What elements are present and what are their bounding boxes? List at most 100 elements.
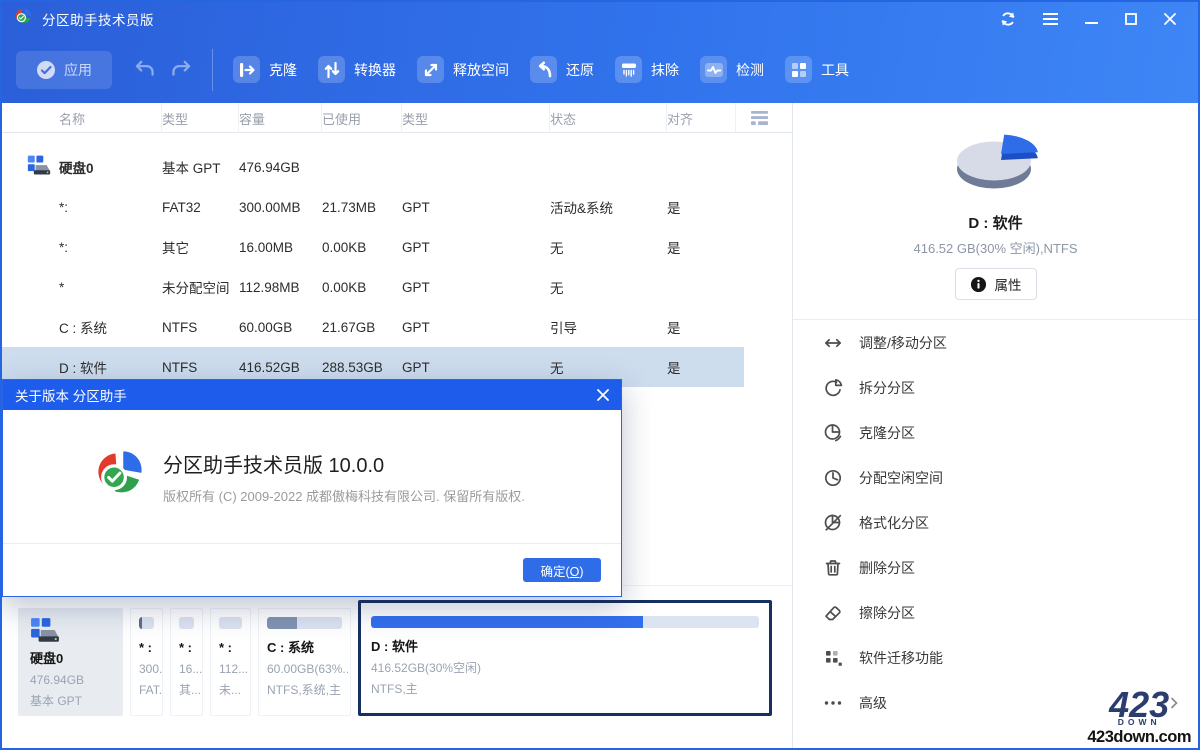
overview-partition-3[interactable]: * : 112... 未... — [210, 608, 251, 716]
clone-button[interactable]: 克隆 — [233, 56, 297, 83]
table-row-c-drive[interactable]: C : 系统 NTFS 60.00GB 21.67GB GPT 引导 是 — [2, 307, 744, 347]
selected-partition-info: 416.52 GB(30% 空闲),NTFS — [793, 238, 1198, 257]
copyright-text: 版权所有 (C) 2009-2022 成都傲梅科技有限公司. 保留所有版权. — [163, 486, 525, 505]
overview-disk-capacity: 476.94GB — [30, 670, 111, 691]
usage-bar — [267, 617, 342, 629]
converter-icon — [318, 56, 345, 83]
side-panel: D : 软件 416.52 GB(30% 空闲),NTFS 属性 调整/移动分区 — [792, 103, 1198, 748]
about-dialog: 关于版本 分区助手 分区助手技术员版 10.0.0 版权所有 (C) 2009-… — [2, 379, 622, 597]
column-header-aligned[interactable]: 对齐 — [667, 103, 792, 133]
overview-disk-name: 硬盘0 — [30, 648, 111, 670]
refresh-icon[interactable] — [1000, 11, 1016, 27]
free-space-label: 释放空间 — [453, 60, 509, 80]
dialog-titlebar: 关于版本 分区助手 — [3, 380, 621, 410]
more-icon — [823, 693, 843, 713]
dialog-text-block: 分区助手技术员版 10.0.0 版权所有 (C) 2009-2022 成都傲梅科… — [163, 449, 525, 505]
action-format-partition[interactable]: 格式化分区 — [793, 500, 1198, 545]
header: 分区助手技术员版 — [2, 2, 1198, 103]
overview-disk-scheme: 基本 GPT — [30, 691, 111, 712]
overview-partition-d[interactable]: D : 软件 416.52GB(30%空闲) NTFS,主 — [358, 600, 772, 716]
dialog-close-icon[interactable] — [597, 389, 609, 401]
action-app-mover[interactable]: 软件迁移功能 — [793, 635, 1198, 680]
action-allocate-free-space[interactable]: 分配空闲空间 — [793, 455, 1198, 500]
action-delete-partition[interactable]: 删除分区 — [793, 545, 1198, 590]
table-row-partition2[interactable]: *: 其它 16.00MB 0.00KB GPT 无 是 — [2, 227, 744, 267]
properties-button[interactable]: 属性 — [955, 268, 1037, 300]
table-row-partition1[interactable]: *: FAT32 300.00MB 21.73MB GPT 活动&系统 是 — [2, 187, 744, 227]
column-header-used[interactable]: 已使用 — [322, 103, 402, 133]
delete-partition-icon — [823, 558, 843, 578]
restore-button[interactable]: 还原 — [530, 56, 594, 83]
ok-button[interactable]: 确定(O) — [523, 558, 601, 582]
table-rows: 硬盘0 基本 GPT 476.94GB *: FAT32 300.00MB 21… — [2, 133, 744, 387]
restore-label: 还原 — [566, 60, 594, 80]
table-row-unallocated[interactable]: * 未分配空间 112.98MB 0.00KB GPT 无 — [2, 267, 744, 307]
tools-icon — [785, 56, 812, 83]
action-resize-move-partition[interactable]: 调整/移动分区 — [793, 320, 1198, 365]
partition-pie-chart — [793, 123, 1198, 210]
dialog-footer: 确定(O) — [3, 543, 621, 596]
close-icon[interactable] — [1164, 13, 1176, 25]
detect-icon — [700, 56, 727, 83]
undo-icon[interactable] — [134, 60, 156, 80]
column-header-fs[interactable]: 类型 — [162, 103, 239, 133]
column-header-capacity[interactable]: 容量 — [239, 103, 322, 133]
usage-bar — [139, 617, 154, 629]
tools-button[interactable]: 工具 — [785, 56, 849, 83]
app-logo-icon — [14, 8, 33, 30]
restore-icon — [530, 56, 557, 83]
converter-button[interactable]: 转换器 — [318, 56, 396, 83]
overview-partition-1[interactable]: * : 300... FAT... — [130, 608, 163, 716]
free-space-button[interactable]: 释放空间 — [417, 56, 509, 83]
table-row-disk0[interactable]: 硬盘0 基本 GPT 476.94GB — [2, 147, 744, 187]
action-split-partition[interactable]: 拆分分区 — [793, 365, 1198, 410]
dialog-body: 分区助手技术员版 10.0.0 版权所有 (C) 2009-2022 成都傲梅科… — [3, 410, 621, 543]
column-header-name[interactable]: 名称 — [2, 103, 162, 133]
app-title: 分区助手技术员版 — [42, 9, 154, 29]
disk-icon — [27, 156, 51, 179]
wipe-label: 抹除 — [651, 60, 679, 80]
free-space-icon — [417, 56, 444, 83]
app-mover-icon — [823, 648, 843, 668]
overview-partition-c[interactable]: C : 系统 60.00GB(63%... NTFS,系统,主 — [258, 608, 351, 716]
redo-icon[interactable] — [170, 60, 192, 80]
check-circle-icon — [36, 60, 56, 80]
list-view-icon[interactable] — [735, 103, 792, 133]
menu-icon[interactable] — [1043, 13, 1058, 25]
overview-disk-card[interactable]: 硬盘0 476.94GB 基本 GPT — [18, 608, 123, 716]
converter-label: 转换器 — [354, 60, 396, 80]
detect-button[interactable]: 检测 — [700, 56, 764, 83]
usage-bar — [219, 617, 242, 629]
format-partition-icon — [823, 513, 843, 533]
apply-button[interactable]: 应用 — [16, 51, 112, 89]
action-clone-partition[interactable]: 克隆分区 — [793, 410, 1198, 455]
maximize-icon[interactable] — [1125, 13, 1137, 25]
product-version: 分区助手技术员版 10.0.0 — [163, 449, 525, 478]
properties-label: 属性 — [995, 274, 1022, 294]
apply-label: 应用 — [64, 60, 92, 80]
titlebar: 分区助手技术员版 — [2, 2, 1198, 36]
action-wipe-partition[interactable]: 擦除分区 — [793, 590, 1198, 635]
action-list: 调整/移动分区 拆分分区 克隆分区 — [793, 320, 1198, 725]
table-header: 名称 类型 容量 已使用 类型 状态 对齐 — [2, 103, 792, 133]
clone-icon — [233, 56, 260, 83]
detect-label: 检测 — [736, 60, 764, 80]
watermark: 423 DOWN 423down.com — [1087, 687, 1191, 745]
column-header-scheme[interactable]: 类型 — [402, 103, 550, 133]
clone-partition-icon — [823, 423, 843, 443]
column-header-status[interactable]: 状态 — [550, 103, 667, 133]
split-partition-icon — [823, 378, 843, 398]
minimize-icon[interactable] — [1085, 13, 1098, 25]
tools-label: 工具 — [821, 60, 849, 80]
usage-bar — [371, 616, 759, 628]
window-controls — [1000, 11, 1176, 27]
wipe-button[interactable]: 抹除 — [615, 56, 679, 83]
wipe-icon — [615, 56, 642, 83]
disk-overview: 硬盘0 476.94GB 基本 GPT * : 300... FAT... * … — [18, 608, 772, 716]
toolbar: 应用 克隆 — [2, 36, 1198, 103]
disk-icon — [30, 630, 60, 647]
dialog-title: 关于版本 分区助手 — [15, 385, 127, 405]
overview-partition-2[interactable]: * : 16.... 其... — [170, 608, 203, 716]
info-icon — [970, 276, 987, 293]
allocate-space-icon — [823, 468, 843, 488]
